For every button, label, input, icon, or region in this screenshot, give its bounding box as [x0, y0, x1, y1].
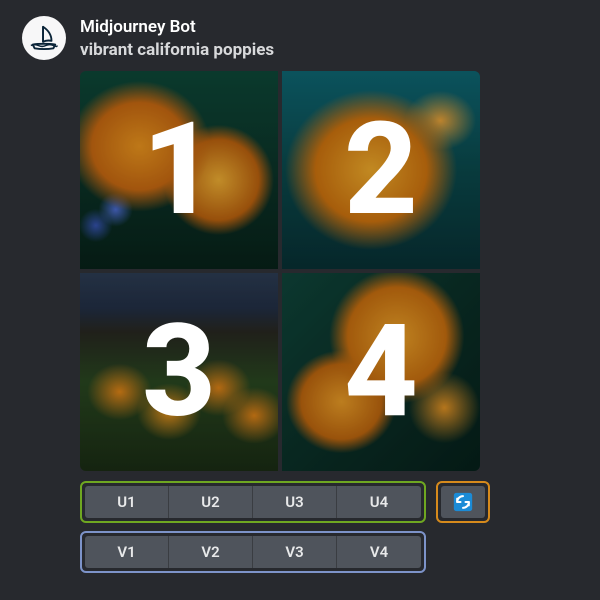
upscale-row: U1 U2 U3 U4 [80, 481, 584, 523]
cell-number: 3 [142, 308, 216, 436]
variation-button-3[interactable]: V3 [253, 536, 337, 568]
image-cell-3[interactable]: 3 [80, 273, 278, 471]
variation-button-1[interactable]: V1 [85, 536, 169, 568]
variation-button-4[interactable]: V4 [337, 536, 421, 568]
bot-avatar [22, 16, 66, 60]
variation-row: V1 V2 V3 V4 [80, 531, 584, 573]
upscale-button-2[interactable]: U2 [169, 486, 253, 518]
upscale-button-3[interactable]: U3 [253, 486, 337, 518]
cell-number: 2 [344, 106, 418, 234]
upscale-button-1[interactable]: U1 [85, 486, 169, 518]
variation-button-2[interactable]: V2 [169, 536, 253, 568]
image-cell-4[interactable]: 4 [282, 273, 480, 471]
message-content: Midjourney Bot vibrant california poppie… [80, 16, 584, 573]
image-cell-2[interactable]: 2 [282, 71, 480, 269]
reroll-button[interactable] [441, 486, 485, 518]
message: Midjourney Bot vibrant california poppie… [0, 0, 600, 573]
upscale-button-4[interactable]: U4 [337, 486, 421, 518]
variation-group: V1 V2 V3 V4 [80, 531, 426, 573]
cell-number: 4 [344, 308, 418, 436]
image-grid[interactable]: 1 2 3 4 [80, 71, 480, 471]
button-rows: U1 U2 U3 U4 [80, 481, 584, 573]
refresh-icon [453, 492, 473, 512]
reroll-group [436, 481, 490, 523]
cell-number: 1 [142, 106, 216, 234]
sailboat-icon [29, 23, 59, 53]
prompt-text: vibrant california poppies [80, 39, 584, 61]
bot-name: Midjourney Bot [80, 16, 584, 38]
image-cell-1[interactable]: 1 [80, 71, 278, 269]
upscale-group: U1 U2 U3 U4 [80, 481, 426, 523]
